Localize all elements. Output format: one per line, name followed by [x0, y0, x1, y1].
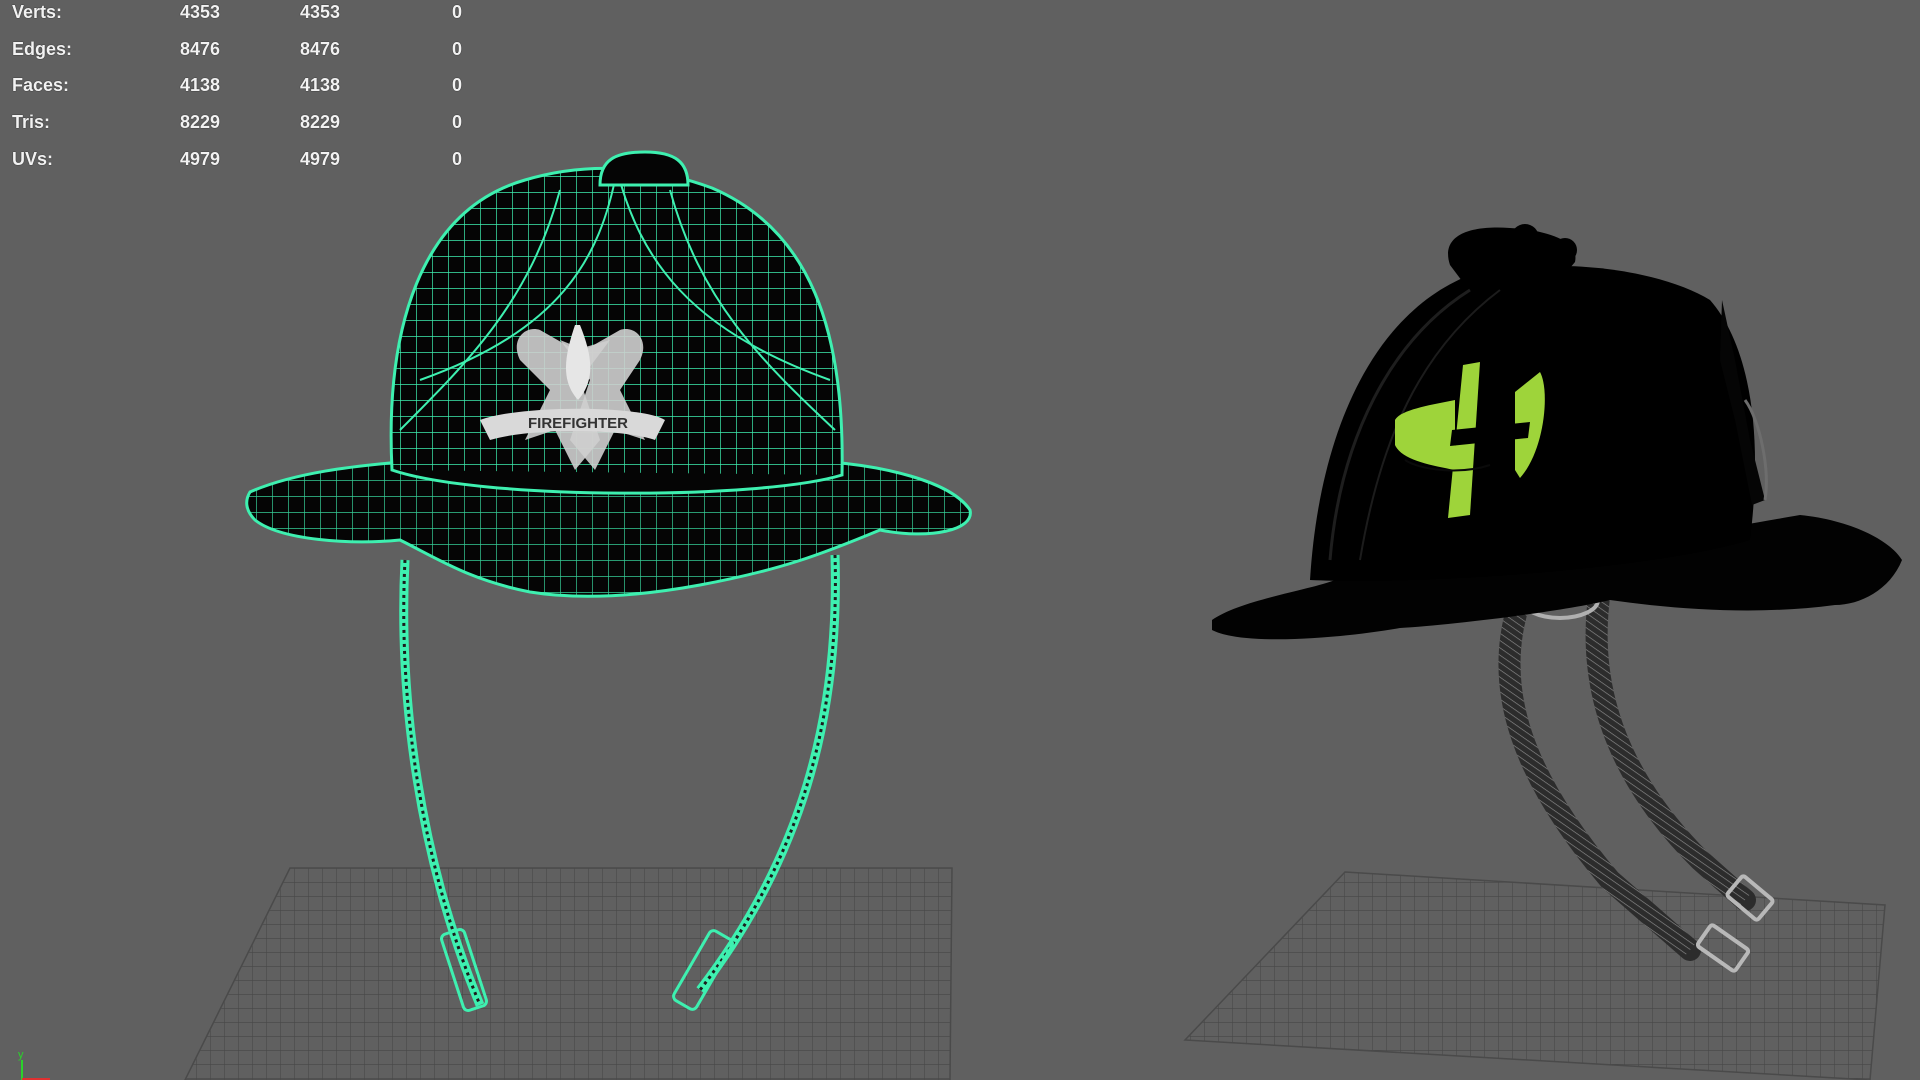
hud-row-faces: Faces: 4138 4138 0 — [12, 75, 482, 112]
ground-grid-right — [1183, 871, 1886, 1080]
hud-label: UVs: — [12, 148, 54, 169]
hud-value: 0 — [452, 148, 463, 169]
hud-label: Edges: — [12, 38, 73, 59]
hud-label: Verts: — [12, 2, 63, 22]
hud-value: 0 — [452, 38, 463, 59]
hud-value: 0 — [452, 75, 463, 96]
hud-value: 8476 — [300, 38, 341, 59]
ground-grid-left — [184, 867, 953, 1080]
shaded-helmet[interactable] — [1212, 224, 1902, 973]
hud-row-uvs: UVs: 4979 4979 0 — [12, 149, 482, 186]
hud-value: 4979 — [300, 148, 341, 169]
hud-row-verts: Verts: 4353 4353 0 — [12, 2, 482, 39]
emblem-text: FIREFIGHTER — [528, 415, 628, 432]
hud-value: 8229 — [180, 112, 221, 133]
axis-gizmo-icon: y — [18, 1049, 50, 1080]
poly-count-hud: Verts: 4353 4353 0 Edges: 8476 8476 0 Fa… — [12, 2, 482, 185]
hud-value: 0 — [452, 2, 463, 22]
hud-value: 4353 — [300, 2, 341, 22]
hud-value: 8476 — [180, 38, 221, 59]
hud-row-edges: Edges: 8476 8476 0 — [12, 39, 482, 76]
hud-label: Faces: — [12, 75, 70, 96]
hud-row-tris: Tris: 8229 8229 0 — [12, 112, 482, 149]
hud-label: Tris: — [12, 112, 51, 133]
hud-value: 8229 — [300, 112, 341, 133]
hud-value: 4138 — [300, 75, 341, 96]
hud-value: 0 — [452, 112, 463, 133]
hud-value: 4138 — [180, 75, 221, 96]
axis-y-label: y — [18, 1049, 24, 1061]
hud-value: 4979 — [180, 148, 221, 169]
hud-value: 4353 — [180, 2, 221, 22]
3d-viewport[interactable]: FIREFIGHTER Verts: 4353 4353 0 Edges: 84… — [0, 0, 1920, 1080]
